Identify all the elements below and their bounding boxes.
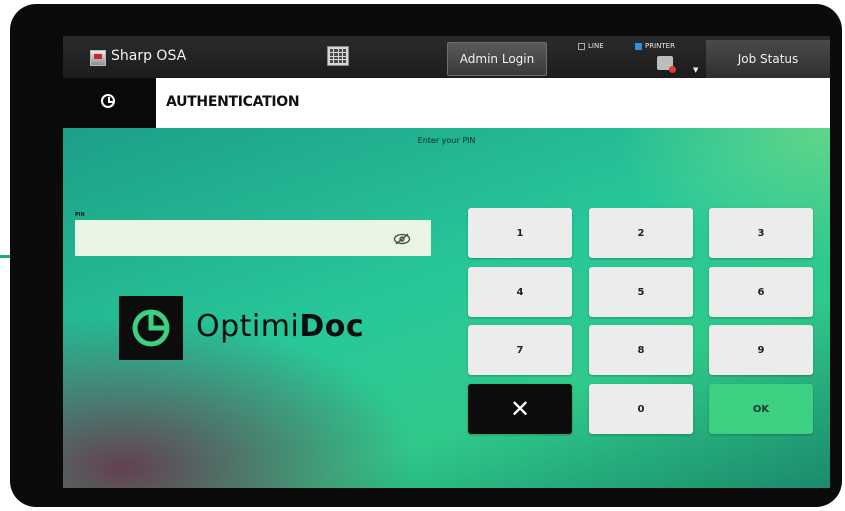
printer-icon[interactable] xyxy=(657,56,676,73)
brand-name: OptimiDoc xyxy=(196,309,364,344)
keypad-key-5[interactable]: 5 xyxy=(589,267,693,317)
pin-input[interactable] xyxy=(75,220,431,256)
keypad-key-2[interactable]: 2 xyxy=(589,208,693,258)
keypad-key-8[interactable]: 8 xyxy=(589,325,693,375)
job-status-button[interactable]: Job Status xyxy=(706,40,830,78)
touch-screen: Sharp OSA Admin Login LINE PRINTER ▼ Job… xyxy=(63,36,830,488)
status-bar: Sharp OSA Admin Login LINE PRINTER ▼ Job… xyxy=(63,36,830,78)
chevron-down-icon[interactable]: ▼ xyxy=(693,66,698,74)
keypad-key-0[interactable]: 0 xyxy=(589,384,693,434)
app-title: Sharp OSA xyxy=(111,48,187,64)
clear-button[interactable]: ✕ xyxy=(468,384,572,434)
printer-label: PRINTER xyxy=(645,42,675,50)
admin-login-button[interactable]: Admin Login xyxy=(447,42,547,76)
auth-panel: Enter your PIN PIN OptimiDoc 1 2 3 4 5 6… xyxy=(63,128,830,488)
printer-indicator: PRINTER xyxy=(635,42,675,50)
brand-name-light: Optimi xyxy=(196,309,300,344)
line-label: LINE xyxy=(588,42,604,50)
app-icon xyxy=(90,50,106,66)
pin-prompt: Enter your PIN xyxy=(417,136,476,145)
brand-name-bold: Doc xyxy=(299,309,365,344)
eye-icon[interactable] xyxy=(393,231,411,245)
pin-label: PIN xyxy=(75,212,85,218)
keypad-key-6[interactable]: 6 xyxy=(709,267,813,317)
line-indicator: LINE xyxy=(578,42,604,50)
device-bezel: Sharp OSA Admin Login LINE PRINTER ▼ Job… xyxy=(10,4,842,507)
keypad-key-3[interactable]: 3 xyxy=(709,208,813,258)
keypad-key-4[interactable]: 4 xyxy=(468,267,572,317)
keypad-key-1[interactable]: 1 xyxy=(468,208,572,258)
ok-button[interactable]: OK xyxy=(709,384,813,434)
optimidoc-logo-icon xyxy=(119,296,183,360)
keypad-key-9[interactable]: 9 xyxy=(709,325,813,375)
page-title: AUTHENTICATION xyxy=(166,94,300,110)
printer-status-icon xyxy=(635,42,642,50)
line-status-icon xyxy=(578,42,585,50)
keyboard-icon[interactable] xyxy=(327,46,349,66)
keypad-key-7[interactable]: 7 xyxy=(468,325,572,375)
home-button[interactable] xyxy=(63,78,156,128)
home-icon xyxy=(101,94,115,108)
page-header: AUTHENTICATION xyxy=(63,78,830,128)
